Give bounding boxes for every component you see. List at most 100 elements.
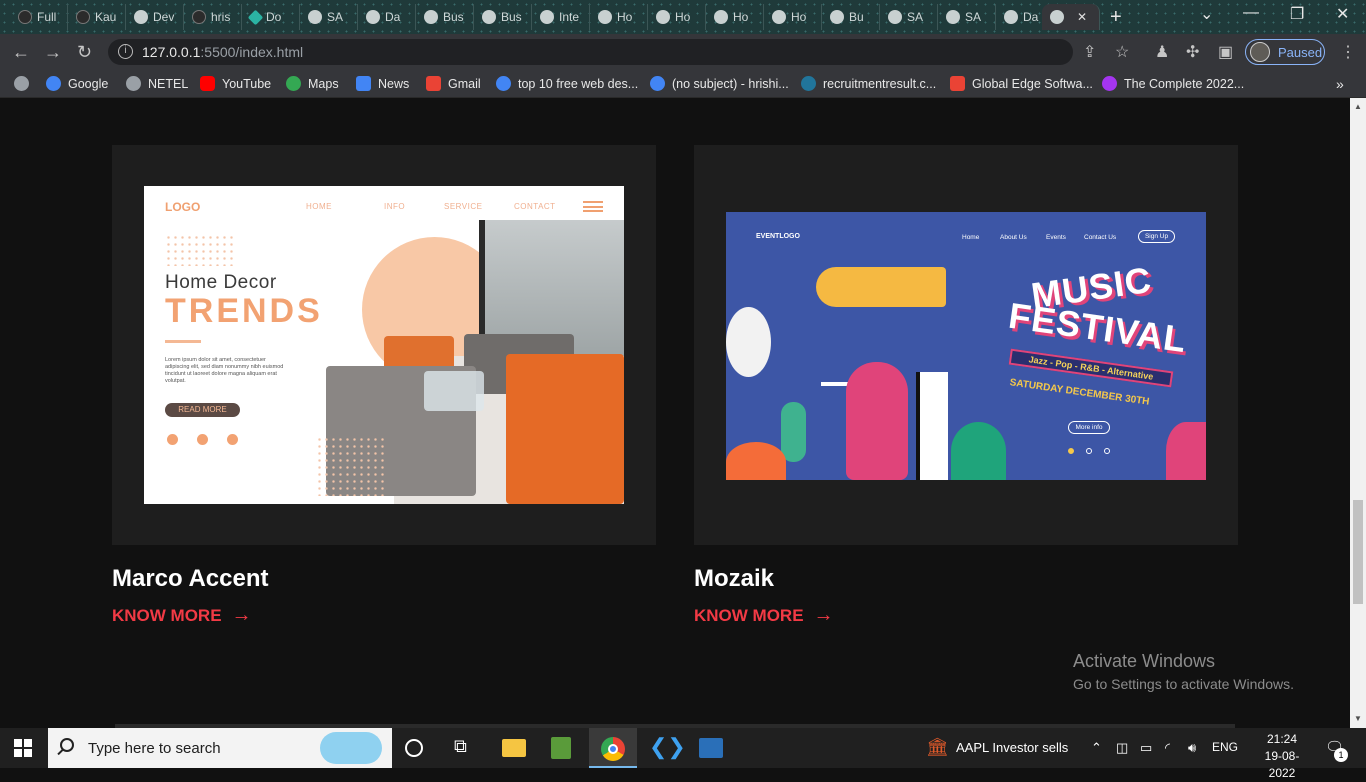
extensions-puzzle-icon[interactable]: ✣ [1186, 42, 1199, 62]
bookmark-google[interactable]: Google [46, 76, 108, 91]
stock-ticker[interactable]: AAPL Investor sells [956, 740, 1068, 755]
bank-icon: 🏛 [926, 737, 949, 757]
language-indicator[interactable]: ENG [1212, 740, 1238, 754]
search-icon [60, 738, 74, 752]
avatar [1250, 42, 1270, 62]
bookmark-star-icon[interactable]: ☆ [1115, 42, 1129, 62]
globe-icon [482, 10, 496, 24]
thumb-nav-item: Contact Us [1084, 234, 1117, 241]
notepad-icon[interactable] [551, 737, 571, 759]
browser-tab[interactable]: Dev [126, 4, 184, 30]
thumb-body-text: Lorem ipsum dolor sit amet, consectetuer… [165, 357, 284, 385]
browser-tab[interactable]: Kau [68, 4, 126, 30]
browser-tab[interactable]: hris [184, 4, 242, 30]
scroll-up-icon[interactable]: ▲ [1354, 102, 1362, 111]
globe-icon [946, 10, 960, 24]
chevron-up-icon[interactable]: ⌃ [1091, 740, 1102, 756]
globe-icon [656, 10, 670, 24]
globe-icon [540, 10, 554, 24]
page-scrollbar[interactable]: ▲ ▼ [1350, 98, 1366, 728]
device-icon[interactable]: ◫ [1116, 740, 1128, 756]
globe-icon [366, 10, 380, 24]
browser-tab[interactable]: Bus [416, 4, 474, 30]
know-more-link[interactable]: KNOW MORE → [112, 604, 252, 627]
browser-tab[interactable]: Do [242, 4, 300, 30]
browser-tab[interactable]: Bu [822, 4, 880, 30]
restore-icon[interactable]: ❐ [1290, 4, 1304, 24]
bookmark-no-subject[interactable]: (no subject) - hrishi... [650, 76, 789, 91]
battery-icon[interactable]: ▭ [1140, 740, 1152, 756]
side-panel-icon[interactable]: ▣ [1218, 42, 1233, 62]
volume-icon[interactable]: 🔊︎ [1188, 740, 1196, 756]
globe-icon [126, 76, 141, 91]
browser-tab[interactable]: SA [938, 4, 996, 30]
taskbar-search-input[interactable]: Type here to search [48, 728, 392, 768]
project-title: Mozaik [694, 565, 775, 592]
clock[interactable]: 21:24 19-08-2022 [1254, 731, 1310, 782]
globe-icon [830, 10, 844, 24]
chevron-down-icon[interactable]: ⌄ [1200, 4, 1213, 24]
new-tab-icon[interactable]: + [1110, 6, 1122, 29]
divider [165, 340, 201, 343]
bookmark-maps[interactable]: Maps [286, 76, 339, 91]
task-view-icon[interactable]: ⧉ [454, 736, 478, 760]
browser-tab[interactable]: SA [880, 4, 938, 30]
scrollbar-thumb[interactable] [1353, 500, 1363, 604]
globe-icon [1004, 10, 1018, 24]
browser-tab[interactable]: Bus [474, 4, 532, 30]
cortana-icon[interactable] [405, 739, 423, 757]
extension-icon[interactable]: ♟ [1155, 42, 1169, 62]
globe-icon [1050, 10, 1064, 24]
browser-tab[interactable]: Ho [706, 4, 764, 30]
bookmark-global-edge[interactable]: Global Edge Softwa... [950, 76, 1093, 91]
bookmark-recruitment[interactable]: recruitmentresult.c... [801, 76, 936, 91]
share-icon[interactable]: ⇪ [1083, 42, 1096, 62]
address-bar[interactable]: i 127.0.0.1:5500/index.html [108, 39, 1073, 65]
vscode-icon[interactable]: ❮❯ [649, 734, 686, 759]
browser-tab[interactable]: Ho [590, 4, 648, 30]
project-card[interactable]: LOGO HOME INFO SERVICE CONTACT Home Deco… [112, 145, 656, 545]
photos-icon[interactable] [699, 738, 723, 758]
browser-tab[interactable]: SA [300, 4, 358, 30]
browser-tab[interactable]: Ho [764, 4, 822, 30]
gmail-icon [426, 76, 441, 91]
bookmark-complete-2022[interactable]: The Complete 2022... [1102, 76, 1244, 91]
gmail-icon [950, 76, 965, 91]
apps-icon[interactable] [14, 76, 29, 91]
thumb-nav-item: CONTACT [514, 202, 556, 211]
browser-tab-active[interactable]: ✕ [1042, 4, 1100, 30]
thumb-logo: LOGO [165, 200, 201, 214]
bookmarks-overflow-icon[interactable]: » [1336, 76, 1344, 92]
menu-kebab-icon[interactable]: ⋮ [1340, 42, 1356, 62]
thumb-signup-button: Sign Up [1138, 230, 1175, 243]
file-explorer-icon[interactable] [502, 739, 526, 757]
back-icon[interactable]: ← [12, 42, 30, 63]
bookmark-netel[interactable]: NETEL [126, 76, 188, 91]
windows-start-icon[interactable] [14, 739, 32, 757]
browser-tab[interactable]: Inte [532, 4, 590, 30]
wifi-icon[interactable]: ◜ [1165, 740, 1170, 756]
bookmark-top10[interactable]: top 10 free web des... [496, 76, 638, 91]
scroll-down-icon[interactable]: ▼ [1354, 714, 1362, 723]
bookmark-youtube[interactable]: YouTube [200, 76, 271, 91]
browser-tab[interactable]: Ho [648, 4, 706, 30]
drum-illustration [726, 307, 771, 377]
browser-tab[interactable]: Full [10, 4, 68, 30]
reload-icon[interactable]: ↻ [77, 42, 92, 63]
leaf-illustration [726, 442, 786, 480]
forward-icon[interactable]: → [44, 42, 62, 63]
taskbar-chrome-active[interactable] [589, 728, 637, 768]
close-window-icon[interactable]: ✕ [1336, 4, 1349, 24]
bookmark-gmail[interactable]: Gmail [426, 76, 481, 91]
globe-icon [714, 10, 728, 24]
know-more-link[interactable]: KNOW MORE → [694, 604, 834, 627]
google-icon [496, 76, 511, 91]
site-info-icon[interactable]: i [118, 44, 133, 59]
project-card[interactable]: EVENTLOGO Home About Us Events Contact U… [694, 145, 1238, 545]
close-tab-icon[interactable]: ✕ [1077, 10, 1087, 24]
minimize-icon[interactable]: — [1243, 4, 1259, 22]
browser-tab[interactable]: Da [358, 4, 416, 30]
microphone-illustration [781, 402, 806, 462]
profile-button[interactable]: Paused [1245, 39, 1325, 65]
bookmark-news[interactable]: News [356, 76, 409, 91]
